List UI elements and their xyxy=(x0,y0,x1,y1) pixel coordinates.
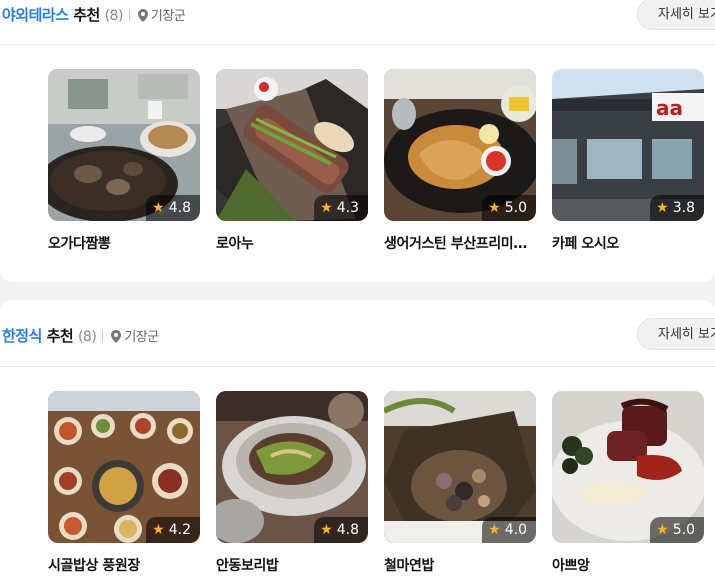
restaurant-name[interactable]: 로아누 xyxy=(216,233,368,253)
map-pin-icon xyxy=(111,330,122,347)
section-keyword[interactable]: 야외테라스 xyxy=(2,6,69,24)
rating-value: 4.0 xyxy=(504,522,527,538)
section-keyword[interactable]: 한정식 xyxy=(2,327,42,345)
star-icon: ★ xyxy=(656,522,669,538)
rating-badge: ★ 4.8 xyxy=(146,195,200,221)
restaurant-photo[interactable]: ★ 5.0 xyxy=(552,391,704,543)
star-icon: ★ xyxy=(320,200,333,216)
rating-value: 4.3 xyxy=(336,200,359,216)
divider xyxy=(102,330,104,342)
section-header: 야외테라스 추천 (8) 기장군 자세히 보기 xyxy=(0,0,715,45)
restaurant-name[interactable]: 아쁘앙 xyxy=(552,555,704,575)
section-title: 한정식 추천 (8) 기장군 xyxy=(2,325,159,347)
location-label: 기장군 xyxy=(137,9,186,26)
rating-badge: ★ 4.0 xyxy=(482,517,536,543)
star-icon: ★ xyxy=(320,522,333,538)
more-button[interactable]: 자세히 보기 xyxy=(637,318,715,350)
recommend-section-terrace: 야외테라스 추천 (8)기장군 자세히 보기 ★4.8 xyxy=(0,0,715,282)
section-suffix: 추천 xyxy=(41,327,74,345)
star-icon: ★ xyxy=(656,200,669,216)
restaurant-name[interactable]: 안동보리밥 xyxy=(216,555,368,575)
rating-value: 4.2 xyxy=(168,522,191,538)
restaurant-card[interactable]: ★ 5.0 아쁘앙 xyxy=(552,391,704,575)
rating-badge: ★ 5.0 xyxy=(650,517,704,543)
location-text: 기장군 xyxy=(150,9,186,24)
restaurant-card[interactable]: aa ★ 3.8 카페 오시오 xyxy=(552,69,704,253)
recommend-section-korean: 한정식 추천 (8)기장군 자세히 보기 ★4.2 시골밥상 풍원장 xyxy=(0,300,715,578)
restaurant-name[interactable]: 시골밥상 풍원장 xyxy=(48,555,200,575)
restaurant-photo[interactable]: ★ 5.0 xyxy=(384,69,536,221)
section-count: (8) xyxy=(77,329,97,345)
rating-badge: ★ 5.0 xyxy=(482,195,536,221)
section-count: (8) xyxy=(104,8,124,24)
star-icon: ★ xyxy=(152,522,165,538)
svg-text:aa: aa xyxy=(656,96,683,120)
restaurant-photo[interactable]: ★ 4.0 xyxy=(384,391,536,543)
restaurant-photo[interactable]: ★ 4.2 xyxy=(48,391,200,543)
star-icon: ★ xyxy=(152,200,165,216)
restaurant-card[interactable]: ★ 4.0 철마연밥 xyxy=(384,391,536,575)
restaurant-card[interactable]: ★ 4.2 시골밥상 풍원장 xyxy=(48,391,200,575)
rating-badge: ★ 4.8 xyxy=(314,517,368,543)
restaurant-card[interactable]: ★ 4.8 안동보리밥 xyxy=(216,391,368,575)
restaurant-photo[interactable]: aa ★ 3.8 xyxy=(552,69,704,221)
restaurant-card[interactable]: ★ 4.8 오가다짬뽕 xyxy=(48,69,200,253)
rating-value: 4.8 xyxy=(168,200,191,216)
rating-value: 4.8 xyxy=(336,522,359,538)
restaurant-name[interactable]: 생어거스틴 부산프리미엄아울렛점 xyxy=(384,233,536,253)
restaurant-photo[interactable]: ★ 4.8 xyxy=(216,391,368,543)
rating-badge: ★ 4.2 xyxy=(146,517,200,543)
location-text: 기장군 xyxy=(124,330,159,345)
section-header: 한정식 추천 (8) 기장군 자세히 보기 xyxy=(0,300,715,367)
rating-value: 5.0 xyxy=(672,522,695,538)
divider xyxy=(128,9,130,21)
restaurant-card[interactable]: ★5.0 생어거스틴 부산프리미엄아울렛점 xyxy=(384,69,536,253)
restaurant-name[interactable]: 철마연밥 xyxy=(384,555,536,575)
star-icon: ★ xyxy=(488,200,501,216)
section-suffix: 추천 xyxy=(68,6,100,24)
rating-value: 5.0 xyxy=(504,200,527,216)
restaurant-photo[interactable]: ★ 4.3 xyxy=(216,69,368,221)
rating-badge: ★ 3.8 xyxy=(650,195,704,221)
rating-value: 3.8 xyxy=(672,200,695,216)
restaurant-name[interactable]: 카페 오시오 xyxy=(552,233,704,253)
restaurant-photo[interactable]: ★ 4.8 xyxy=(48,69,200,221)
restaurant-name[interactable]: 오가다짬뽕 xyxy=(48,233,200,253)
rating-badge: ★ 4.3 xyxy=(314,195,368,221)
location-label: 기장군 xyxy=(111,330,159,347)
star-icon: ★ xyxy=(488,522,501,538)
restaurant-card[interactable]: ★ 4.3 로아누 xyxy=(216,69,368,253)
map-pin-icon xyxy=(137,9,148,26)
more-button[interactable]: 자세히 보기 xyxy=(637,0,715,30)
section-title: 야외테라스 추천 (8) 기장군 xyxy=(2,4,186,26)
